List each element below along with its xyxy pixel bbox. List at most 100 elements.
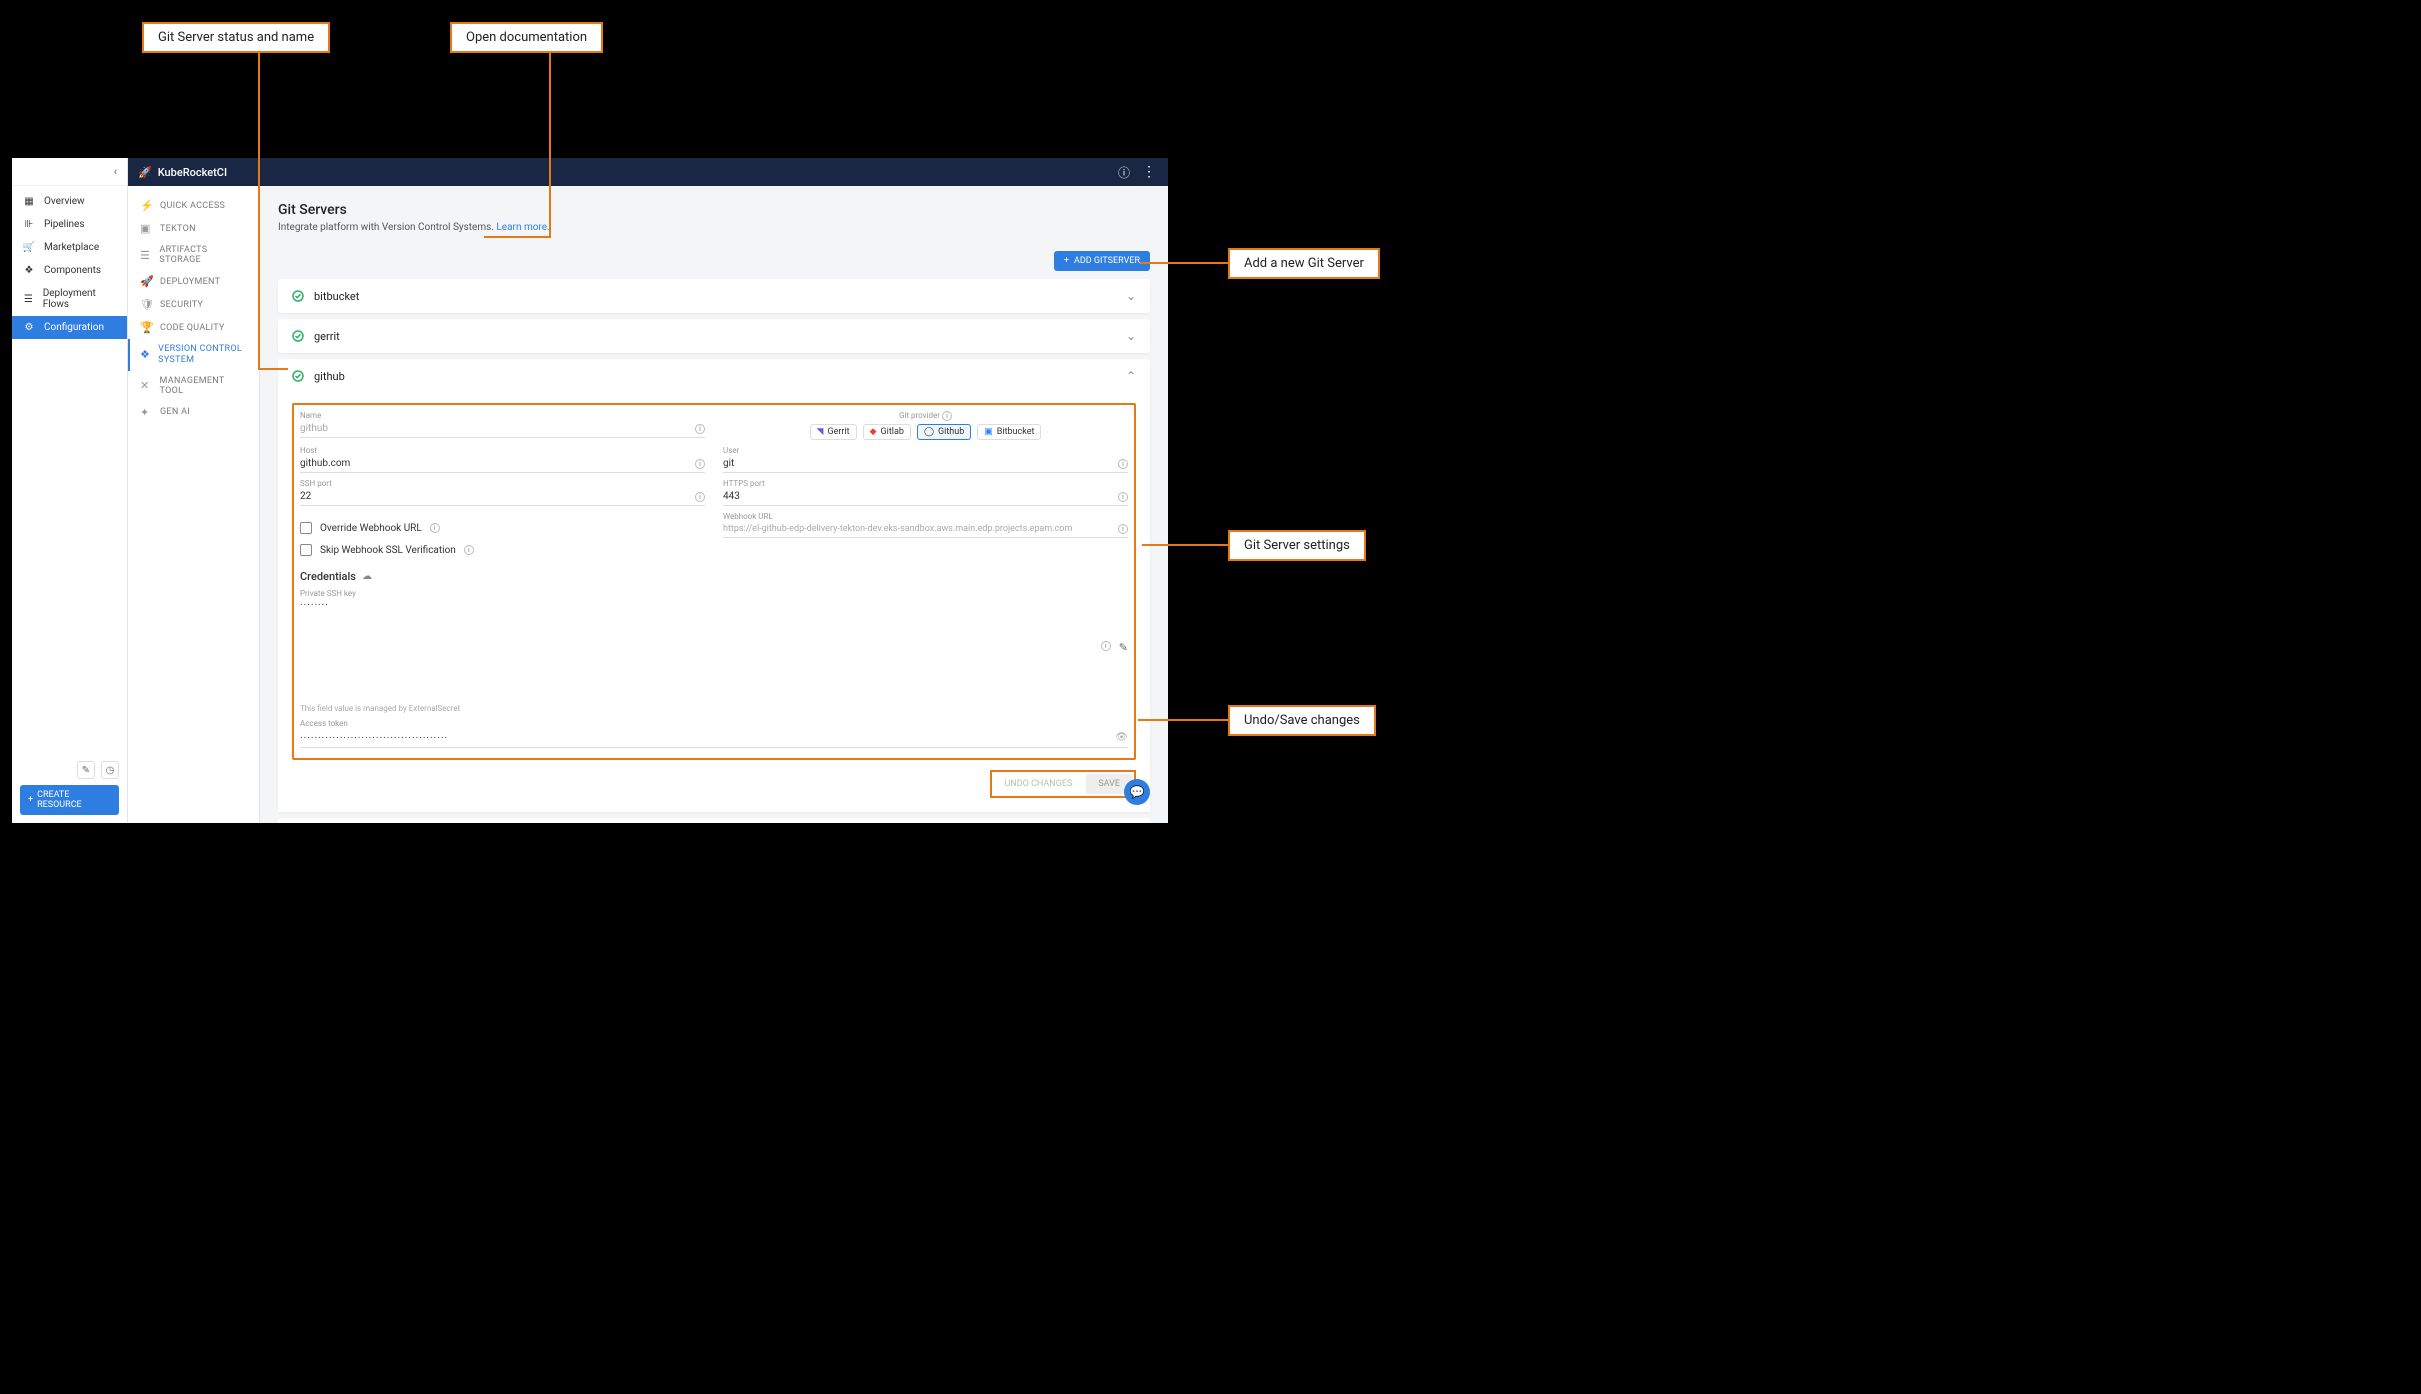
provider-gerrit[interactable]: ◥ Gerrit — [810, 424, 857, 440]
info-icon[interactable]: i — [695, 424, 705, 434]
provider-github[interactable]: ◯ Github — [917, 424, 971, 440]
access-token-label: Access token — [300, 719, 1128, 728]
provider-label: Git provider i — [723, 411, 1128, 421]
https-port-label: HTTPS port — [723, 479, 1128, 488]
server-row-bitbucket[interactable]: bitbucket ⌄ — [278, 279, 1150, 313]
sub-nav: 🚀 KubeRocketCI ⚡ QUICK ACCESS ▣ TEKTON ☰… — [128, 158, 260, 823]
info-icon[interactable]: i — [1101, 641, 1111, 651]
annotation-git-server-status: Git Server status and name — [142, 22, 330, 53]
edit-icon[interactable]: ✎ — [1119, 641, 1128, 654]
status-ok-icon — [292, 370, 304, 382]
subnav-quick-access[interactable]: ⚡ QUICK ACCESS — [128, 194, 259, 217]
annotation-undo-save: Undo/Save changes — [1228, 705, 1376, 736]
brand-name: KubeRocketCI — [158, 166, 227, 179]
top-bar: ⓘ ⋮ — [260, 158, 1168, 186]
nav-item-marketplace[interactable]: 🛒 Marketplace — [12, 236, 127, 259]
chat-bubble-button[interactable]: 💬 — [1124, 779, 1150, 805]
access-token-value: ········································… — [300, 733, 448, 744]
webhook-url-input[interactable]: https://el-github-edp-delivery-tekton-de… — [723, 521, 1128, 538]
info-icon[interactable]: i — [430, 523, 440, 533]
nav-item-configuration[interactable]: ⚙ Configuration — [12, 316, 127, 339]
subnav-label: DEPLOYMENT — [160, 277, 220, 287]
server-row-gerrit[interactable]: gerrit ⌄ — [278, 319, 1150, 353]
ssh-port-input[interactable]: 22 i — [300, 488, 705, 506]
nav-item-overview[interactable]: ▦ Overview — [12, 190, 127, 213]
server-row-github-head[interactable]: github ⌃ — [278, 359, 1150, 393]
annotation-line — [1138, 719, 1228, 721]
pipelines-icon: ⊪ — [22, 219, 36, 230]
subnav-label: GEN AI — [160, 407, 190, 417]
server-name: bitbucket — [314, 290, 1116, 303]
status-ok-icon — [292, 290, 304, 302]
https-port-input[interactable]: 443 i — [723, 488, 1128, 506]
name-text: github — [300, 423, 328, 434]
subnav-code-quality[interactable]: 🏆 CODE QUALITY — [128, 316, 259, 339]
server-row-gitlab[interactable]: gitlab ⌄ — [278, 818, 1150, 823]
vcs-icon: ❖ — [140, 348, 150, 361]
cart-icon: 🛒 — [22, 242, 36, 253]
bolt-icon: ⚡ — [140, 199, 152, 212]
storage-icon: ☰ — [140, 249, 151, 262]
skip-ssl-checkbox[interactable]: Skip Webhook SSL Verification i — [300, 544, 705, 556]
subnav-gen-ai[interactable]: ✦ GEN AI — [128, 401, 259, 424]
override-webhook-checkbox[interactable]: Override Webhook URL i — [300, 522, 705, 534]
nav-item-pipelines[interactable]: ⊪ Pipelines — [12, 213, 127, 236]
info-icon[interactable]: i — [942, 411, 952, 421]
github-icon: ◯ — [924, 427, 934, 437]
undo-changes-button[interactable]: UNDO CHANGES — [994, 774, 1082, 794]
dashboard-icon: ▦ — [22, 196, 36, 207]
server-name: gerrit — [314, 330, 1116, 343]
user-label: User — [723, 446, 1128, 455]
name-value: github i — [300, 420, 705, 438]
host-input[interactable]: github.com i — [300, 455, 705, 473]
server-name: github — [314, 370, 1116, 383]
server-row-github: github ⌃ Name github i — [278, 359, 1150, 812]
subnav-artifacts[interactable]: ☰ ARTIFACTS STORAGE — [128, 240, 259, 270]
info-icon[interactable]: i — [1118, 524, 1128, 534]
subnav-vcs[interactable]: ❖ VERSION CONTROL SYSTEM — [128, 339, 259, 371]
create-resource-button[interactable]: + CREATE RESOURCE — [20, 785, 119, 815]
more-icon[interactable]: ⋮ — [1142, 164, 1156, 180]
main-nav: ‹ ▦ Overview ⊪ Pipelines 🛒 Marketplace ❖… — [12, 158, 128, 823]
info-icon[interactable]: i — [695, 459, 705, 469]
add-gitserver-button[interactable]: + ADD GITSERVER — [1054, 251, 1150, 271]
rocket-icon: 🚀 — [138, 166, 152, 179]
sshkey-label: Private SSH key — [300, 589, 1128, 598]
create-resource-label: CREATE RESOURCE — [37, 790, 111, 810]
annotation-line — [1142, 544, 1228, 546]
annotation-line — [258, 52, 260, 368]
nav-item-deployment-flows[interactable]: ☰ Deployment Flows — [12, 282, 127, 316]
info-icon[interactable]: i — [464, 545, 474, 555]
gear-icon: ⚙ — [22, 322, 36, 333]
info-icon[interactable]: i — [695, 492, 705, 502]
subnav-tekton[interactable]: ▣ TEKTON — [128, 217, 259, 240]
info-icon[interactable]: i — [1118, 459, 1128, 469]
annotation-line — [258, 368, 288, 370]
nav-collapse-button[interactable]: ‹ — [12, 158, 127, 186]
subnav-deployment[interactable]: 🚀 DEPLOYMENT — [128, 270, 259, 293]
bitbucket-icon: ▣ — [984, 427, 993, 437]
managed-by-externalsecret-note: This field value is managed by ExternalS… — [300, 704, 1128, 713]
annotation-open-docs: Open documentation — [450, 22, 603, 53]
page-subtitle: Integrate platform with Version Control … — [278, 222, 1150, 233]
subnav-label: CODE QUALITY — [160, 323, 225, 333]
settings-icon[interactable]: ◷ — [101, 761, 119, 779]
info-icon[interactable]: ⓘ — [1118, 164, 1130, 181]
nav-label: Deployment Flows — [43, 288, 117, 310]
host-label: Host — [300, 446, 705, 455]
flows-icon: ☰ — [22, 294, 35, 305]
subnav-label: SECURITY — [160, 300, 203, 310]
subnav-security[interactable]: 🛡 SECURITY — [128, 293, 259, 316]
provider-gitlab[interactable]: ◆ Gitlab — [863, 424, 911, 440]
nav-item-components[interactable]: ❖ Components — [12, 259, 127, 282]
eye-icon[interactable]: 👁 — [1115, 732, 1128, 743]
subnav-management-tool[interactable]: ✕ MANAGEMENT TOOL — [128, 371, 259, 401]
user-input[interactable]: git i — [723, 455, 1128, 473]
provider-bitbucket[interactable]: ▣ Bitbucket — [977, 424, 1041, 440]
theme-toggle-icon[interactable]: ✎ — [77, 761, 95, 779]
subnav-label: ARTIFACTS STORAGE — [159, 245, 247, 265]
learn-more-link[interactable]: Learn more. — [496, 222, 549, 233]
content-area: ⓘ ⋮ Git Servers Integrate platform with … — [260, 158, 1168, 823]
info-icon[interactable]: i — [1118, 492, 1128, 502]
rocket-small-icon: 🚀 — [140, 275, 152, 288]
